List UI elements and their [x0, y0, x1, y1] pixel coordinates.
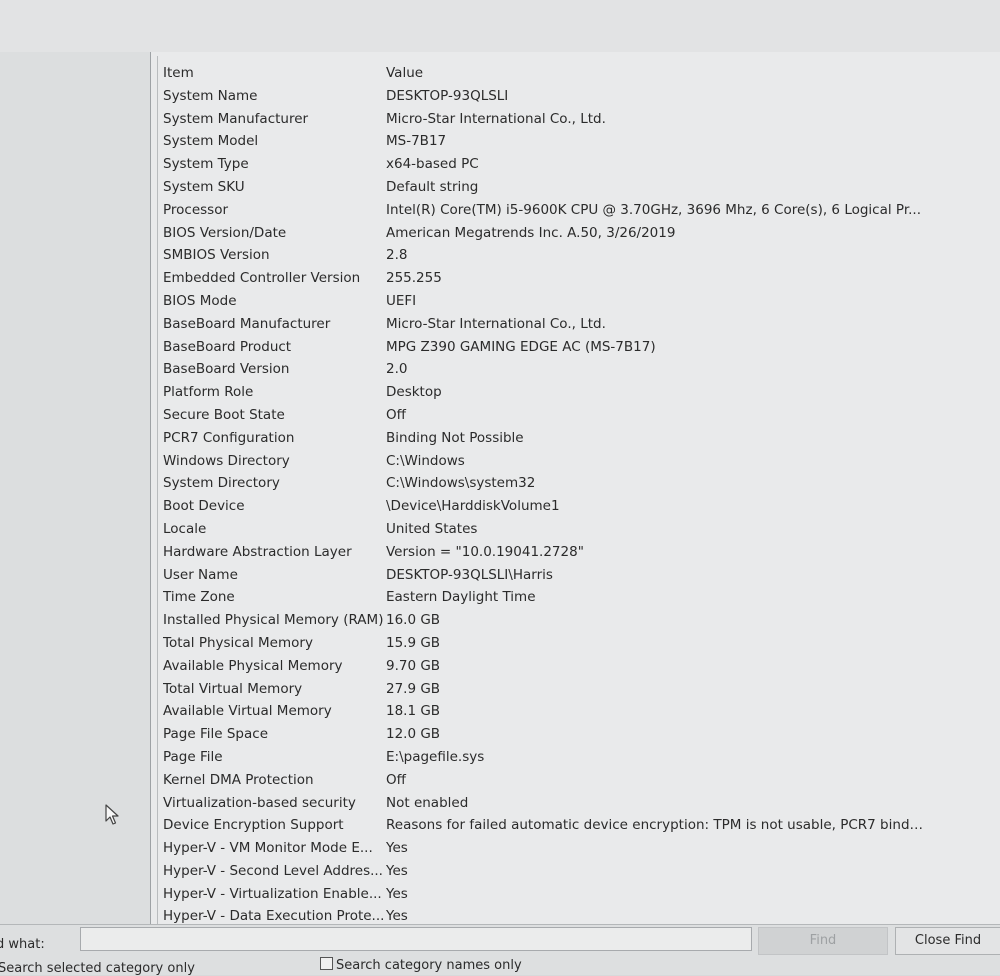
summary-grid: Item Value System Name DESKTOP-93QLSLI Sys… — [163, 62, 925, 928]
row-item-name[interactable]: Kernel DMA Protection — [163, 769, 385, 792]
row-item-name[interactable]: Available Virtual Memory — [163, 700, 385, 723]
row-item-value[interactable]: United States — [385, 518, 925, 541]
row-item-name[interactable]: Platform Role — [163, 381, 385, 404]
category-tree-pane[interactable] — [0, 52, 151, 924]
row-item-name[interactable]: Virtualization-based security — [163, 792, 385, 815]
row-item-value[interactable]: Micro-Star International Co., Ltd. — [385, 313, 925, 336]
find-what-label: d what: — [0, 937, 45, 952]
row-item-name[interactable]: BaseBoard Version — [163, 358, 385, 381]
row-item-value[interactable]: Yes — [385, 883, 925, 906]
row-item-name[interactable]: User Name — [163, 564, 385, 587]
row-item-value[interactable]: Yes — [385, 860, 925, 883]
close-find-button[interactable]: Close Find — [895, 927, 1000, 955]
row-item-value[interactable]: x64-based PC — [385, 153, 925, 176]
row-item-name[interactable]: Hyper-V - VM Monitor Mode E... — [163, 837, 385, 860]
row-item-name[interactable]: BIOS Mode — [163, 290, 385, 313]
window-top-area — [0, 0, 1000, 52]
row-item-name[interactable]: Available Physical Memory — [163, 655, 385, 678]
row-item-value[interactable]: Off — [385, 404, 925, 427]
row-item-value[interactable]: E:\pagefile.sys — [385, 746, 925, 769]
row-item-name[interactable]: System Name — [163, 85, 385, 108]
row-item-value[interactable]: MPG Z390 GAMING EDGE AC (MS-7B17) — [385, 336, 925, 359]
row-item-value[interactable]: DESKTOP-93QLSLI — [385, 85, 925, 108]
row-item-value[interactable]: Binding Not Possible — [385, 427, 925, 450]
mouse-pointer-icon — [105, 804, 119, 825]
row-item-name[interactable]: SMBIOS Version — [163, 244, 385, 267]
row-item-name[interactable]: Device Encryption Support — [163, 814, 385, 837]
row-item-name[interactable]: Secure Boot State — [163, 404, 385, 427]
row-item-value[interactable]: 27.9 GB — [385, 678, 925, 701]
row-item-name[interactable]: BIOS Version/Date — [163, 222, 385, 245]
row-item-value[interactable]: 15.9 GB — [385, 632, 925, 655]
row-item-name[interactable]: Page File Space — [163, 723, 385, 746]
row-item-value[interactable]: Not enabled — [385, 792, 925, 815]
row-item-value[interactable]: 16.0 GB — [385, 609, 925, 632]
row-item-name[interactable]: BaseBoard Product — [163, 336, 385, 359]
row-item-name[interactable]: Boot Device — [163, 495, 385, 518]
column-header-item[interactable]: Item — [163, 62, 385, 85]
row-item-name[interactable]: System Directory — [163, 472, 385, 495]
row-item-name[interactable]: System Type — [163, 153, 385, 176]
row-item-value[interactable]: Reasons for failed automatic device encr… — [385, 814, 925, 837]
row-item-value[interactable]: 18.1 GB — [385, 700, 925, 723]
find-button[interactable]: Find — [758, 927, 888, 955]
row-item-value[interactable]: 9.70 GB — [385, 655, 925, 678]
row-item-value[interactable]: 2.8 — [385, 244, 925, 267]
row-item-name[interactable]: Installed Physical Memory (RAM) — [163, 609, 385, 632]
row-item-name[interactable]: Page File — [163, 746, 385, 769]
row-item-value[interactable]: 12.0 GB — [385, 723, 925, 746]
row-item-name[interactable]: Hyper-V - Second Level Addres... — [163, 860, 385, 883]
row-item-value[interactable]: Off — [385, 769, 925, 792]
find-bar: d what: Find Close Find Search selected … — [0, 924, 1000, 976]
list-divider — [157, 56, 158, 924]
row-item-name[interactable]: System Manufacturer — [163, 108, 385, 131]
row-item-value[interactable]: C:\Windows — [385, 450, 925, 473]
row-item-value[interactable]: 255.255 — [385, 267, 925, 290]
system-summary-list[interactable]: Item Value System Name DESKTOP-93QLSLI Sys… — [151, 52, 1000, 924]
row-item-value[interactable]: Yes — [385, 837, 925, 860]
row-item-value[interactable]: American Megatrends Inc. A.50, 3/26/2019 — [385, 222, 925, 245]
row-item-name[interactable]: Time Zone — [163, 586, 385, 609]
row-item-value[interactable]: C:\Windows\system32 — [385, 472, 925, 495]
search-category-names-checkbox[interactable]: Search category names only — [320, 957, 522, 973]
row-item-value[interactable]: DESKTOP-93QLSLI\Harris — [385, 564, 925, 587]
row-item-value[interactable]: \Device\HarddiskVolume1 — [385, 495, 925, 518]
row-item-name[interactable]: Total Physical Memory — [163, 632, 385, 655]
row-item-value[interactable]: Micro-Star International Co., Ltd. — [385, 108, 925, 131]
row-item-name[interactable]: System Model — [163, 130, 385, 153]
row-item-name[interactable]: BaseBoard Manufacturer — [163, 313, 385, 336]
row-item-value[interactable]: UEFI — [385, 290, 925, 313]
row-item-name[interactable]: Windows Directory — [163, 450, 385, 473]
row-item-name[interactable]: Embedded Controller Version — [163, 267, 385, 290]
find-what-input[interactable] — [80, 927, 752, 951]
row-item-name[interactable]: Processor — [163, 199, 385, 222]
row-item-value[interactable]: Desktop — [385, 381, 925, 404]
row-item-value[interactable]: Version = "10.0.19041.2728" — [385, 541, 925, 564]
row-item-value[interactable]: Eastern Daylight Time — [385, 586, 925, 609]
row-item-name[interactable]: Total Virtual Memory — [163, 678, 385, 701]
column-header-value[interactable]: Value — [385, 62, 925, 85]
row-item-name[interactable]: Hardware Abstraction Layer — [163, 541, 385, 564]
checkbox-box[interactable] — [320, 957, 333, 970]
row-item-name[interactable]: System SKU — [163, 176, 385, 199]
row-item-value[interactable]: Intel(R) Core(TM) i5-9600K CPU @ 3.70GHz… — [385, 199, 925, 222]
row-item-value[interactable]: MS-7B17 — [385, 130, 925, 153]
row-item-value[interactable]: 2.0 — [385, 358, 925, 381]
search-category-names-label: Search category names only — [336, 958, 522, 973]
row-item-value[interactable]: Default string — [385, 176, 925, 199]
row-item-name[interactable]: Hyper-V - Virtualization Enable... — [163, 883, 385, 906]
row-item-name[interactable]: PCR7 Configuration — [163, 427, 385, 450]
row-item-name[interactable]: Locale — [163, 518, 385, 541]
